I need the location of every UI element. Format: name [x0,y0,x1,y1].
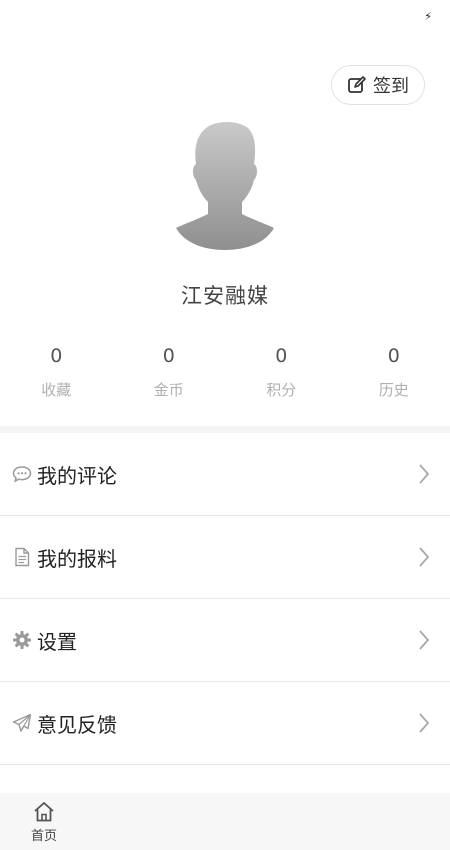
stat-value: 0 [162,345,175,367]
menu-item-feedback[interactable]: 意见反馈 [0,682,450,765]
comment-icon [11,463,33,485]
menu-item-settings[interactable]: 设置 [0,599,450,682]
edit-icon [348,76,366,93]
menu-item-my-reports[interactable]: 我的报料 [0,516,450,599]
status-bar: ⚡ [0,0,450,30]
stat-label: 收藏 [41,381,72,399]
stat-favorites[interactable]: 0 收藏 [0,345,113,400]
chevron-right-icon [419,713,430,733]
menu-item-my-comments[interactable]: 我的评论 [0,433,450,516]
menu-list: 我的评论 我的报料 设置 意见反馈 [0,433,450,765]
gear-icon [11,629,33,651]
menu-item-label: 意见反馈 [37,712,117,737]
home-icon [34,802,54,822]
document-icon [11,546,33,568]
chevron-right-icon [419,464,430,484]
stat-value: 0 [275,345,288,367]
paper-plane-icon [11,712,33,734]
stat-value: 0 [387,345,400,367]
stat-label: 积分 [266,381,297,399]
username: 江安融媒 [181,284,269,308]
chevron-right-icon [419,630,430,650]
charging-bolt-icon: ⚡ [424,10,432,23]
checkin-label: 签到 [373,76,409,97]
stat-label: 历史 [378,381,409,399]
menu-item-label: 设置 [37,629,77,654]
stat-label: 金币 [153,381,184,399]
menu-item-label: 我的报料 [37,546,117,571]
section-divider [0,426,450,433]
stat-history[interactable]: 0 历史 [338,345,450,400]
tab-label: 首页 [30,829,57,844]
tab-home[interactable]: 首页 [22,799,66,844]
menu-item-label: 我的评论 [37,463,117,488]
chevron-right-icon [419,547,430,567]
avatar[interactable] [176,120,274,252]
stat-points[interactable]: 0 积分 [225,345,338,400]
checkin-button[interactable]: 签到 [331,65,425,105]
stat-coins[interactable]: 0 金币 [113,345,226,400]
bottom-tab-bar: 首页 [0,793,450,850]
stats-row: 0 收藏 0 金币 0 积分 0 历史 [0,345,450,400]
stat-value: 0 [50,345,63,367]
